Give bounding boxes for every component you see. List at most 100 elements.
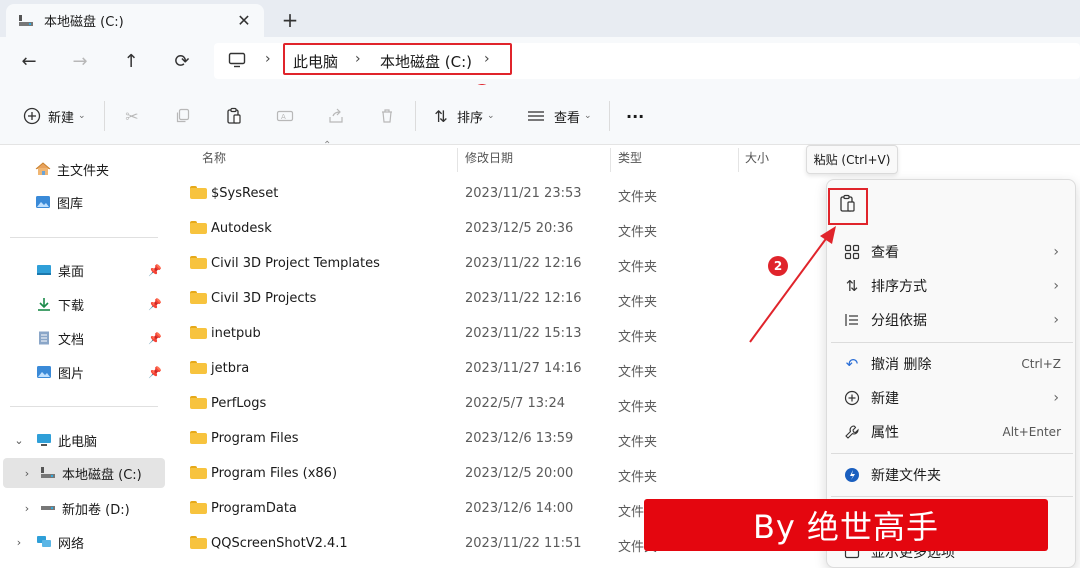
delete-button[interactable] [377,103,397,129]
menu-item-new[interactable]: 新建 › [827,381,1077,415]
home-icon [35,162,51,176]
wrench-icon [843,423,861,441]
menu-item-new-folder[interactable]: 新建文件夹 [827,458,1077,492]
menu-item-group-by[interactable]: 分组依据 › [827,303,1077,337]
annotation-arrow [749,226,836,343]
pin-icon[interactable]: 📌 [148,264,162,277]
new-button[interactable]: 新建 ⌄ [22,103,86,129]
file-row[interactable]: Autodesk 2023/12/5 20:36 文件夹 [184,212,834,247]
file-date: 2023/12/6 13:59 [465,431,574,446]
sidebar-item-network[interactable]: › 网络 [0,527,170,557]
refresh-button[interactable]: ⟳ [167,47,197,75]
sort-icon: ⇅ [434,106,448,126]
folder-icon [190,431,207,444]
tab-local-disk[interactable]: 本地磁盘 (C:) ✕ [6,4,264,37]
copy-button[interactable] [173,103,193,129]
sort-label: 排序 [457,110,484,126]
menu-item-view[interactable]: 查看 › [827,235,1077,269]
watermark-banner: By 绝世高手 [644,499,1048,551]
up-button[interactable]: ↑ [116,47,146,75]
file-date: 2023/11/22 11:51 [465,536,582,551]
file-type: 文件夹 [618,435,658,450]
file-row[interactable]: Civil 3D Project Templates 2023/11/22 12:… [184,247,834,282]
file-name: QQScreenShotV2.4.1 [211,536,348,551]
sidebar-divider [10,406,158,407]
sidebar-item-documents[interactable]: 文档 📌 [0,323,170,353]
column-header-size[interactable]: 大小 [745,149,769,166]
sidebar-item-this-pc[interactable]: ⌄ 此电脑 [0,425,170,455]
chevron-right-icon[interactable]: › [12,536,26,549]
forward-button[interactable]: → [65,47,95,75]
sidebar-item-pictures[interactable]: 图片 📌 [0,357,170,387]
sidebar-item-local-disk[interactable]: › 本地磁盘 (C:) [3,458,165,488]
file-row[interactable]: jetbra 2023/11/27 14:16 文件夹 [184,352,834,387]
file-date: 2023/11/22 12:16 [465,256,582,271]
column-header-name[interactable]: 名称 [202,149,226,166]
file-date: 2023/12/6 14:00 [465,501,574,516]
cut-button[interactable]: ✂ [122,103,142,129]
title-bar: 本地磁盘 (C:) ✕ + [0,0,1080,37]
more-options-button[interactable]: ··· [626,103,644,129]
chevron-down-icon[interactable]: ⌄ [12,434,26,447]
plus-circle-icon [843,389,861,407]
download-icon [36,297,52,311]
view-lines-icon [526,106,546,126]
file-row[interactable]: Civil 3D Projects 2023/11/22 12:16 文件夹 [184,282,834,317]
tab-title: 本地磁盘 (C:) [44,15,124,30]
folder-icon [190,256,207,269]
sidebar-item-downloads[interactable]: 下载 📌 [0,289,170,319]
scissors-icon: ✂ [125,106,139,126]
column-header-date[interactable]: 修改日期 [465,149,513,166]
breadcrumb-separator: › [265,51,271,67]
highlight-box-address [283,43,512,75]
file-row[interactable]: inetpub 2023/11/22 15:13 文件夹 [184,317,834,352]
file-row[interactable]: Program Files (x86) 2023/12/5 20:00 文件夹 [184,457,834,492]
pin-icon[interactable]: 📌 [148,298,162,311]
column-divider[interactable] [610,148,611,172]
view-label: 查看 [554,110,581,126]
view-button[interactable]: 查看 ⌄ [526,103,592,129]
desktop-icon [36,263,52,277]
folder-icon [190,536,207,549]
sidebar-item-label: 桌面 [58,264,85,280]
menu-item-sort-by[interactable]: ⇅ 排序方式 › [827,269,1077,303]
chevron-right-icon[interactable]: › [20,502,34,515]
navigation-bar: ← → ↑ ⟳ › 此电脑 › 本地磁盘 (C:) › [0,37,1080,85]
menu-divider [831,342,1073,343]
share-button[interactable] [326,103,346,129]
sidebar-item-label: 新加卷 (D:) [62,502,130,518]
sidebar-item-new-volume[interactable]: › 新加卷 (D:) [0,493,170,523]
folder-icon [190,501,207,514]
drive-icon [40,501,56,515]
file-type: 文件夹 [618,295,658,310]
sidebar-item-desktop[interactable]: 桌面 📌 [0,255,170,285]
file-row[interactable]: PerfLogs 2022/5/7 13:24 文件夹 [184,387,834,422]
column-header-type[interactable]: 类型 [618,149,642,166]
rename-button[interactable]: A [275,103,295,129]
sort-button[interactable]: ⇅ 排序 ⌄ [431,103,495,129]
close-tab-button[interactable]: ✕ [232,9,256,33]
column-divider[interactable] [738,148,739,172]
sidebar-divider [10,237,158,238]
step-badge-2: 2 [768,256,788,276]
sidebar-item-label: 此电脑 [58,434,98,450]
file-date: 2023/12/5 20:00 [465,466,574,481]
folder-icon [190,291,207,304]
sidebar-item-home[interactable]: 主文件夹 [0,154,170,184]
sidebar-item-gallery[interactable]: 图库 [0,187,170,217]
chevron-down-icon: ⌄ [487,111,495,121]
menu-item-properties[interactable]: 属性 Alt+Enter [827,415,1077,449]
back-button[interactable]: ← [14,47,44,75]
folder-icon [190,466,207,479]
paste-button[interactable] [224,103,244,129]
pin-icon[interactable]: 📌 [148,332,162,345]
file-row[interactable]: $SysReset 2023/11/21 23:53 文件夹 [184,177,834,212]
menu-item-undo-delete[interactable]: ↶ 撤消 删除 Ctrl+Z [827,347,1077,381]
new-tab-button[interactable]: + [276,6,304,34]
copy-icon [173,106,193,126]
chevron-right-icon[interactable]: › [20,467,34,480]
column-divider[interactable] [457,148,458,172]
pin-icon[interactable]: 📌 [148,366,162,379]
file-row[interactable]: Program Files 2023/12/6 13:59 文件夹 [184,422,834,457]
file-type: 文件夹 [618,400,658,415]
